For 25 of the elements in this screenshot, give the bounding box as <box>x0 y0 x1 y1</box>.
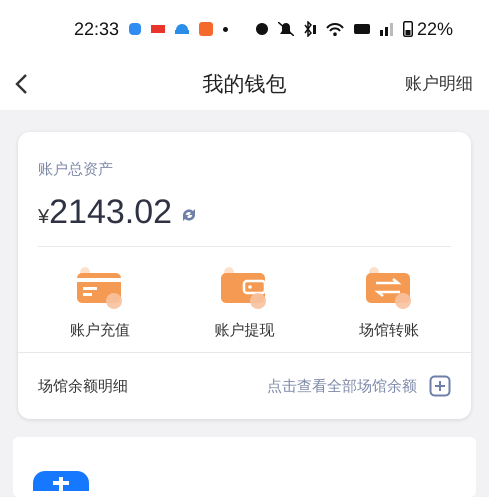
balance-amount: 2143.02 <box>49 193 172 232</box>
wifi-icon <box>326 22 344 36</box>
view-all-balances-link[interactable]: 点击查看全部场馆余额 <box>267 376 417 396</box>
back-icon[interactable] <box>14 73 28 95</box>
signal-icon <box>380 22 393 36</box>
account-details-link[interactable]: 账户明细 <box>405 72 473 95</box>
app-icon <box>175 24 190 34</box>
currency-symbol: ¥ <box>38 206 50 229</box>
action-label[interactable]: 账户提现 <box>214 321 274 340</box>
action-label[interactable]: 场馆转账 <box>358 321 419 340</box>
page-title: 我的钱包 <box>202 71 286 98</box>
battery-icon <box>402 21 413 37</box>
bluetooth-icon <box>304 21 316 37</box>
app-icon <box>129 23 142 35</box>
mute-icon <box>278 22 294 36</box>
status-time: 22:33 <box>74 18 120 40</box>
action-label[interactable]: 账户充值 <box>70 321 130 340</box>
battery-level: 22% <box>416 18 453 40</box>
plus-icon[interactable] <box>429 375 451 397</box>
notification-dot-icon <box>223 26 228 32</box>
venue-balance-label: 场馆余额明细 <box>38 376 128 396</box>
payment-app-icon[interactable] <box>33 471 89 491</box>
total-assets-label: 账户总资产 <box>37 159 114 179</box>
app-icon <box>199 22 214 36</box>
app-icon <box>151 25 166 33</box>
